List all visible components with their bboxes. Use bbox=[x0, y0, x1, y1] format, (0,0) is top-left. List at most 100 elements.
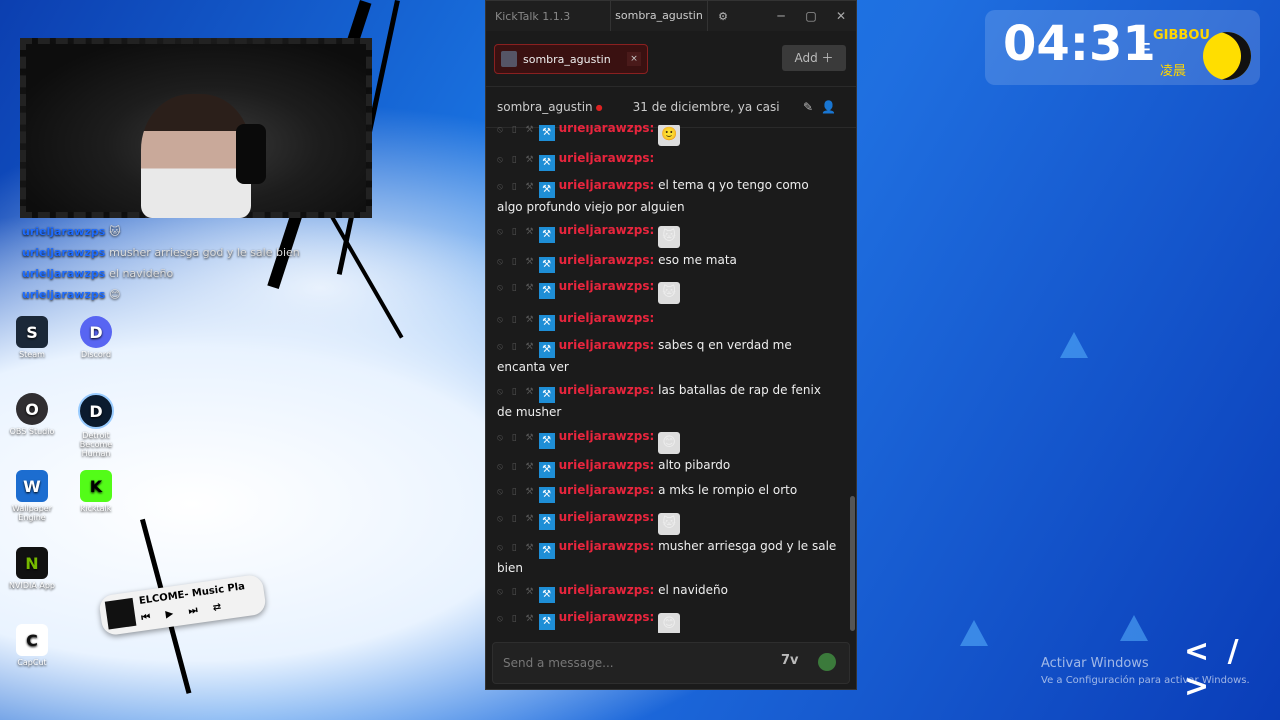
mod-actions[interactable]: ⦸ ▯ ⚒ bbox=[497, 125, 537, 135]
chat-message: ⦸ ▯ ⚒ ⚒ urieljarawzps: 🐱 bbox=[497, 221, 837, 248]
menu-icon[interactable]: ☰ bbox=[1135, 40, 1151, 61]
stream-title: 31 de diciembre, ya casi bbox=[632, 100, 780, 114]
mod-actions[interactable]: ⦸ ▯ ⚒ bbox=[497, 514, 537, 524]
overlay-chat-user: urieljarawzps bbox=[22, 225, 106, 238]
overlay-chat-text: 😊 bbox=[109, 288, 121, 301]
minimize-button[interactable]: ─ bbox=[766, 9, 796, 23]
desktop-icon-discord[interactable]: D Discord bbox=[66, 316, 126, 359]
overlay-chat-line: urieljarawzps musher arriesga god y le s… bbox=[22, 246, 300, 259]
chat-username[interactable]: urieljarawzps: bbox=[559, 125, 655, 135]
desktop-icon-obs[interactable]: O OBS Studio bbox=[2, 393, 62, 436]
add-channel-button[interactable]: Add ＋ bbox=[782, 45, 846, 71]
wallpaper-triangle bbox=[1060, 332, 1088, 358]
channel-actions[interactable]: ✎👤 bbox=[803, 100, 844, 114]
maximize-button[interactable]: ▢ bbox=[796, 9, 826, 23]
mod-actions[interactable]: ⦸ ▯ ⚒ bbox=[497, 342, 537, 352]
user-icon[interactable]: 👤 bbox=[821, 100, 844, 114]
chat-message: ⦸ ▯ ⚒ ⚒ urieljarawzps: bbox=[497, 149, 837, 171]
desktop-icon-steam[interactable]: S Steam bbox=[2, 316, 62, 359]
mod-actions[interactable]: ⦸ ▯ ⚒ bbox=[497, 155, 537, 165]
overlay-chat-text: el navideño bbox=[109, 267, 174, 280]
chat-username[interactable]: urieljarawzps: bbox=[559, 539, 655, 553]
chat-message: ⦸ ▯ ⚒ ⚒ urieljarawzps: a mks le rompio el … bbox=[497, 481, 837, 503]
mod-actions[interactable]: ⦸ ▯ ⚒ bbox=[497, 283, 537, 293]
capcut-icon: C bbox=[16, 624, 48, 656]
badge-icon: ⚒ bbox=[538, 125, 555, 141]
mod-actions[interactable]: ⦸ ▯ ⚒ bbox=[497, 227, 537, 237]
chat-message: ⦸ ▯ ⚒ ⚒ urieljarawzps: 🐱 bbox=[497, 508, 837, 535]
chat-username[interactable]: urieljarawzps: bbox=[559, 458, 655, 472]
desktop-icon-label: kicktalk bbox=[80, 504, 112, 513]
close-button[interactable]: ✕ bbox=[826, 9, 856, 23]
emote-icon: 😊 bbox=[658, 613, 681, 633]
message-input[interactable] bbox=[501, 651, 765, 675]
desktop-icon-detroit[interactable]: D Detroit Become Human bbox=[66, 393, 126, 458]
badge-icon: ⚒ bbox=[538, 227, 555, 243]
wallpaper-triangle bbox=[960, 620, 988, 646]
chat-username[interactable]: urieljarawzps: bbox=[559, 610, 655, 624]
chat-username[interactable]: urieljarawzps: bbox=[559, 178, 655, 192]
emoji-picker-icon[interactable] bbox=[818, 653, 836, 671]
clock-widget: 04:31 ☰ GIBBOU 凌晨 bbox=[985, 10, 1260, 85]
badge-icon: ⚒ bbox=[538, 342, 555, 358]
mod-actions[interactable]: ⦸ ▯ ⚒ bbox=[497, 543, 537, 553]
channel-avatar bbox=[501, 51, 517, 67]
chat-username[interactable]: urieljarawzps: bbox=[559, 383, 655, 397]
overlay-chat-line: urieljarawzps el navideño bbox=[22, 267, 173, 280]
desktop-icon-label: Detroit Become Human bbox=[79, 431, 113, 458]
mod-actions[interactable]: ⦸ ▯ ⚒ bbox=[497, 433, 537, 443]
chat-message: ⦸ ▯ ⚒ ⚒ urieljarawzps: 🐱 bbox=[497, 277, 837, 304]
chat-username[interactable]: urieljarawzps: bbox=[559, 483, 655, 497]
chat-username[interactable]: urieljarawzps: bbox=[559, 253, 655, 267]
mod-actions[interactable]: ⦸ ▯ ⚒ bbox=[497, 614, 537, 624]
streamer-figure bbox=[141, 94, 251, 218]
pin-icon[interactable]: ✎ bbox=[803, 100, 821, 114]
desktop-icon-wallpaper-engine[interactable]: W Wallpaper Engine bbox=[2, 470, 62, 522]
mod-actions[interactable]: ⦸ ▯ ⚒ bbox=[497, 387, 537, 397]
badge-icon: ⚒ bbox=[538, 514, 555, 530]
steam-icon: S bbox=[16, 316, 48, 348]
chat-username[interactable]: urieljarawzps: bbox=[559, 510, 655, 524]
chat-username[interactable]: urieljarawzps: bbox=[559, 223, 655, 237]
badge-icon: ⚒ bbox=[538, 315, 555, 331]
desktop-icon-nvidia[interactable]: N NVIDIA App bbox=[2, 547, 62, 590]
chat-username[interactable]: urieljarawzps: bbox=[559, 429, 655, 443]
chat-username[interactable]: urieljarawzps: bbox=[559, 279, 655, 293]
kicktalk-icon: K bbox=[80, 470, 112, 502]
tab-sombra-agustin[interactable]: sombra_agustin × bbox=[494, 44, 648, 74]
desktop-icon-label: NVIDIA App bbox=[9, 581, 55, 590]
desktop-icon-capcut[interactable]: C CapCut bbox=[2, 624, 62, 667]
mod-actions[interactable]: ⦸ ▯ ⚒ bbox=[497, 487, 537, 497]
mod-actions[interactable]: ⦸ ▯ ⚒ bbox=[497, 587, 537, 597]
badge-icon: ⚒ bbox=[538, 462, 555, 478]
chat-message: ⦸ ▯ ⚒ ⚒ urieljarawzps: las batallas de rap… bbox=[497, 381, 837, 422]
chat-username[interactable]: urieljarawzps: bbox=[559, 338, 655, 352]
discord-icon: D bbox=[80, 316, 112, 348]
desktop-icon-label: CapCut bbox=[17, 658, 47, 667]
active-channel-title[interactable]: sombra_agustin bbox=[610, 1, 708, 31]
mod-actions[interactable]: ⦸ ▯ ⚒ bbox=[497, 462, 537, 472]
app-title: KickTalk 1.1.3 bbox=[495, 9, 571, 23]
chat-scrollbar[interactable] bbox=[850, 496, 855, 631]
badge-icon: ⚒ bbox=[538, 587, 555, 603]
chat-username[interactable]: urieljarawzps: bbox=[559, 583, 655, 597]
chat-text: el navideño bbox=[658, 583, 728, 597]
webcam-overlay bbox=[20, 38, 372, 218]
chat-username[interactable]: urieljarawzps: bbox=[559, 311, 655, 325]
badge-icon: ⚒ bbox=[538, 283, 555, 299]
microphone-shape bbox=[236, 124, 266, 184]
window-titlebar[interactable]: KickTalk 1.1.3 sombra_agustin ⚙ ─ ▢ ✕ bbox=[486, 1, 856, 31]
gear-icon[interactable]: ⚙ bbox=[708, 10, 738, 23]
detroit-icon: D bbox=[78, 393, 114, 429]
desktop-icon-label: OBS Studio bbox=[9, 427, 55, 436]
chat-text: eso me mata bbox=[658, 253, 737, 267]
close-tab-icon[interactable]: × bbox=[627, 52, 641, 66]
chat-username[interactable]: urieljarawzps: bbox=[559, 151, 655, 165]
desktop-icon-kicktalk[interactable]: K kicktalk bbox=[66, 470, 126, 513]
mod-actions[interactable]: ⦸ ▯ ⚒ bbox=[497, 257, 537, 267]
chat-message: ⦸ ▯ ⚒ ⚒ urieljarawzps: 🙂 bbox=[497, 125, 837, 146]
mod-actions[interactable]: ⦸ ▯ ⚒ bbox=[497, 182, 537, 192]
emote-7tv-icon[interactable]: 7v bbox=[781, 653, 799, 668]
overlay-chat-user: urieljarawzps bbox=[22, 246, 106, 259]
mod-actions[interactable]: ⦸ ▯ ⚒ bbox=[497, 315, 537, 325]
